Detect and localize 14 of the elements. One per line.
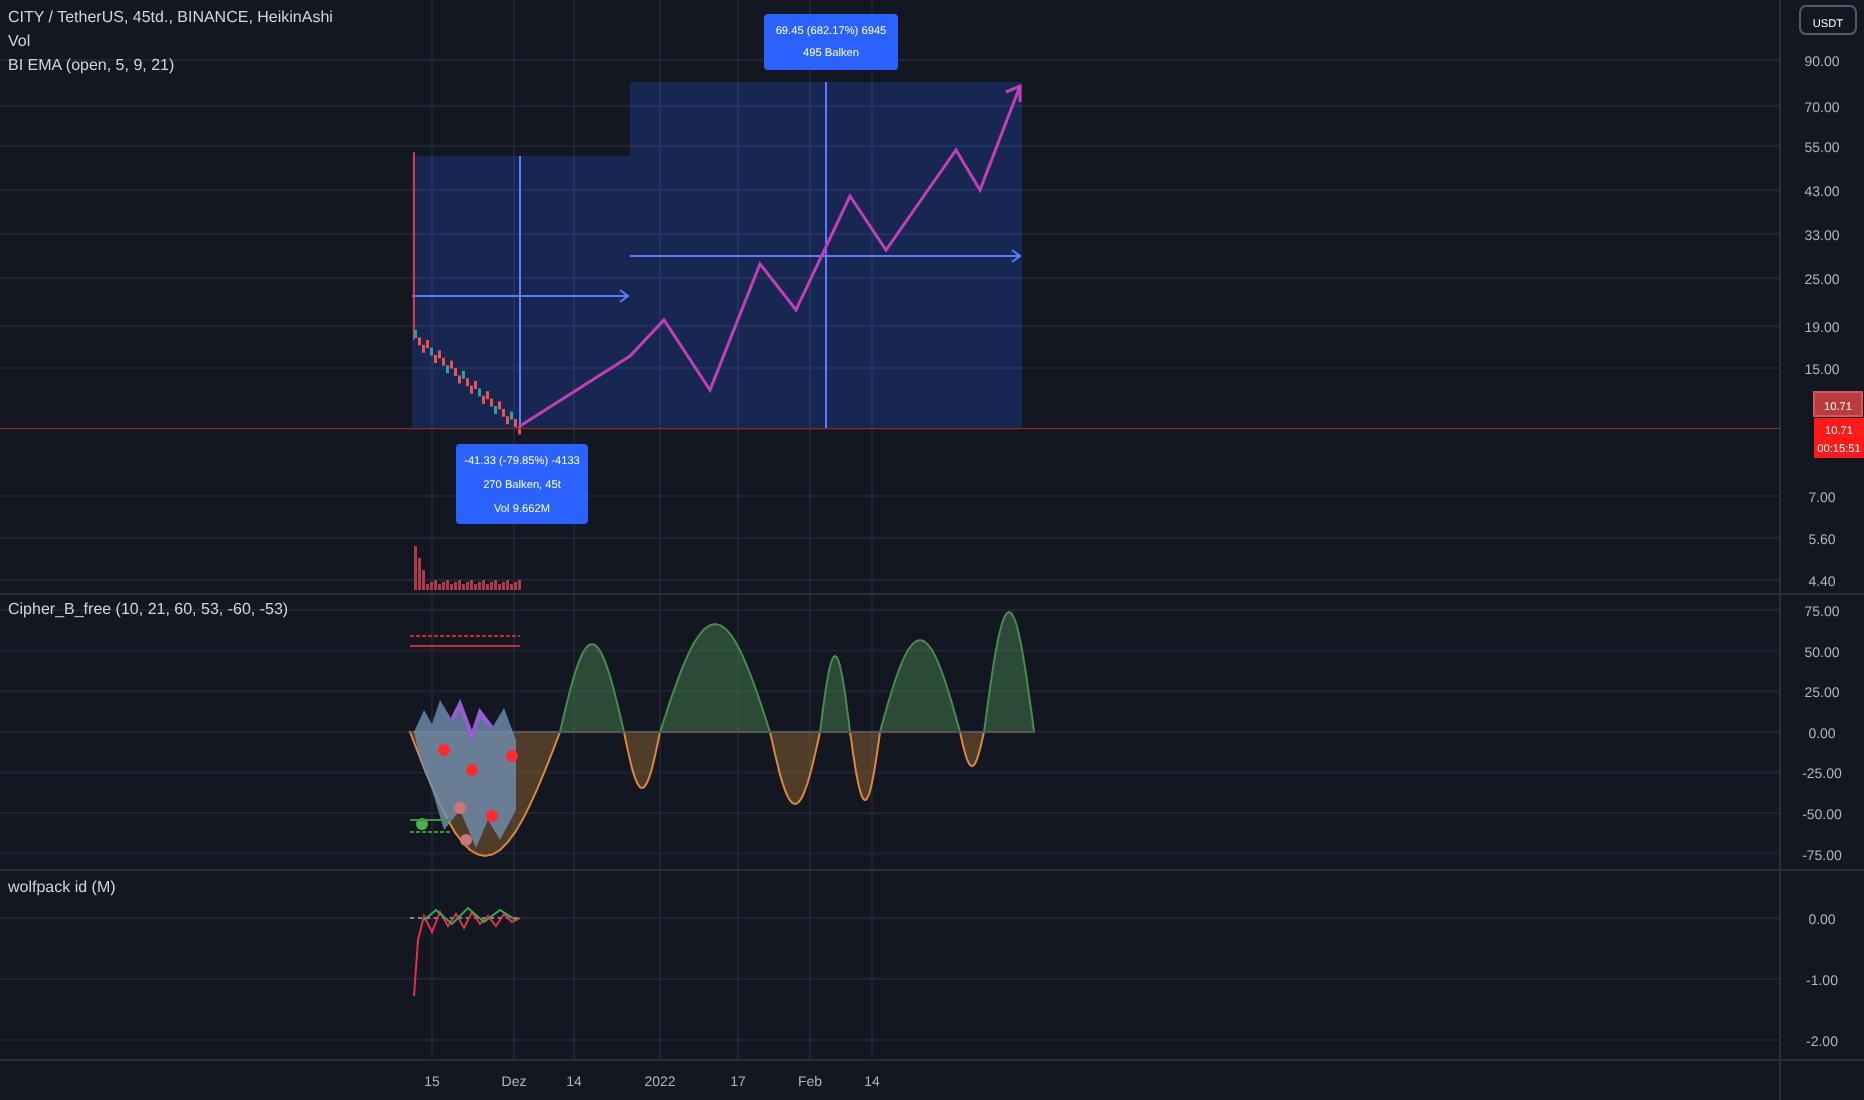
currency-badge [1799, 5, 1857, 35]
candlestick-series [414, 330, 521, 435]
last-price-badge [1814, 418, 1864, 458]
indicator-title: Cipher_B_free (10, 21, 60, 53, -60, -53) [8, 600, 289, 618]
volume-bars [414, 546, 521, 590]
oscillator-line [409, 906, 521, 997]
legend-text: CITY / TetherUS, 45td., BINANCE, HeikinAshi [8, 8, 333, 26]
previous-price-badge [1813, 391, 1863, 417]
legend-text: Vol [8, 32, 31, 50]
legend-text: BI EMA (open, 5, 9, 21) [8, 56, 175, 74]
measure-label-box [764, 14, 898, 70]
signal-dots [416, 744, 518, 846]
measure-label-box [456, 444, 588, 524]
indicator-title: wolfpack id (M) [8, 878, 116, 896]
